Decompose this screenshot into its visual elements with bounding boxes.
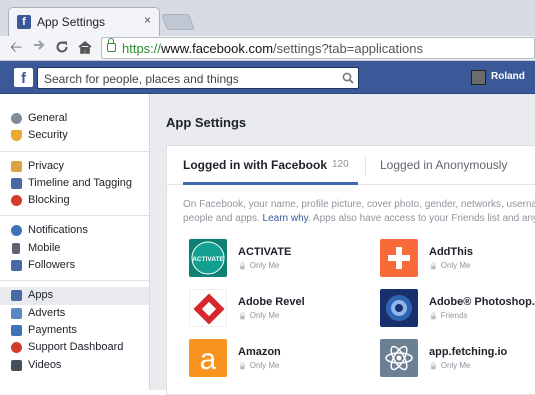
avatar[interactable] xyxy=(471,70,486,85)
settings-sidebar: General Security Privacy Timeline and Ta… xyxy=(0,94,150,390)
sidebar-group: General Security xyxy=(0,94,149,152)
fetching-logo xyxy=(380,339,418,377)
apps-card: Logged in with Facebook 120 Logged in An… xyxy=(166,145,535,395)
app-tile-activate[interactable]: ACTIVATE ACTIVATE Only Me xyxy=(183,239,373,283)
app-visibility: Only Me xyxy=(429,361,471,370)
search-placeholder: Search for people, places and things xyxy=(44,72,239,86)
rss-icon xyxy=(11,260,22,272)
sidebar-group: Apps Adverts Payments Support Dashboard … xyxy=(0,281,149,379)
browser-toolbar: 🡠 https://www.facebook.com/settings?tab=… xyxy=(0,36,535,61)
facebook-logo-icon[interactable]: f xyxy=(14,68,33,87)
active-tab-underline xyxy=(183,182,358,185)
payments-icon xyxy=(11,324,22,336)
lock-icon xyxy=(11,160,22,172)
apps-description: On Facebook, your name, profile picture,… xyxy=(183,199,535,224)
sidebar-item-adverts[interactable]: Adverts xyxy=(0,305,149,322)
sidebar-item-apps[interactable]: Apps xyxy=(0,287,149,305)
tab-bar: Logged in with Facebook 120 Logged in An… xyxy=(167,146,535,185)
app-tile-addthis[interactable]: AddThis Only Me xyxy=(374,239,535,283)
app-visibility: Only Me xyxy=(238,261,280,270)
sidebar-group: Notifications Mobile Followers xyxy=(0,216,149,282)
sidebar-item-security[interactable]: Security xyxy=(0,127,149,144)
tab-logged-in-with-facebook[interactable]: Logged in with Facebook xyxy=(183,158,327,172)
gears-icon xyxy=(11,113,22,124)
sidebar-item-mobile[interactable]: Mobile xyxy=(0,240,149,257)
svg-text:ACTIVATE: ACTIVATE xyxy=(192,256,224,263)
app-visibility: Only Me xyxy=(238,361,280,370)
app-name[interactable]: ACTIVATE xyxy=(238,246,291,258)
lock-icon xyxy=(107,38,116,52)
app-tile-adobe-photoshop[interactable]: Adobe® Photoshop... Friends xyxy=(374,289,535,333)
lifebuoy-icon xyxy=(11,342,22,354)
sidebar-item-videos[interactable]: Videos xyxy=(0,357,149,374)
learn-why-link[interactable]: Learn why xyxy=(263,213,308,224)
app-tile-amazon[interactable]: a Amazon Only Me xyxy=(183,339,373,383)
tab-logged-in-anonymously[interactable]: Logged in Anonymously xyxy=(380,158,507,172)
app-visibility: Only Me xyxy=(238,311,280,320)
tab-count-badge: 120 xyxy=(332,159,349,170)
shield-icon xyxy=(11,130,22,142)
adobe-revel-logo xyxy=(189,289,227,327)
addthis-logo xyxy=(380,239,418,277)
back-arrow-icon[interactable]: 🡠 xyxy=(10,38,22,58)
tab-divider xyxy=(365,156,366,176)
globe-icon xyxy=(11,225,22,237)
film-icon xyxy=(11,359,22,371)
reload-icon[interactable] xyxy=(55,40,69,60)
amazon-logo: a xyxy=(189,339,227,377)
user-name-link[interactable]: Roland xyxy=(491,71,525,82)
activate-logo: ACTIVATE xyxy=(189,239,227,277)
blocking-icon xyxy=(11,195,22,207)
page-title: App Settings xyxy=(166,115,247,130)
facebook-favicon-icon: f xyxy=(17,15,31,29)
search-icon[interactable] xyxy=(342,72,354,84)
sidebar-item-timeline-and-tagging[interactable]: Timeline and Tagging xyxy=(0,175,149,192)
sidebar-item-followers[interactable]: Followers xyxy=(0,257,149,274)
timeline-icon xyxy=(11,177,22,189)
photoshop-logo xyxy=(380,289,418,327)
app-name[interactable]: Adobe® Photoshop... xyxy=(429,296,535,308)
apps-icon xyxy=(11,290,22,302)
sidebar-group: Privacy Timeline and Tagging Blocking xyxy=(0,152,149,217)
app-name[interactable]: Amazon xyxy=(238,346,281,358)
url-text: https://www.facebook.com/settings?tab=ap… xyxy=(122,41,423,56)
app-tile-adobe-revel[interactable]: Adobe Revel Only Me xyxy=(183,289,373,333)
sidebar-item-privacy[interactable]: Privacy xyxy=(0,158,149,175)
close-icon[interactable]: × xyxy=(144,13,151,27)
forward-arrow-icon[interactable] xyxy=(32,38,46,58)
adverts-icon xyxy=(11,307,22,319)
tab-title: App Settings xyxy=(37,15,106,29)
svg-text:a: a xyxy=(200,343,217,376)
app-visibility: Only Me xyxy=(429,261,471,270)
home-icon[interactable] xyxy=(78,40,92,60)
new-tab-button[interactable] xyxy=(161,14,195,30)
address-bar[interactable]: https://www.facebook.com/settings?tab=ap… xyxy=(101,37,535,59)
sidebar-item-notifications[interactable]: Notifications xyxy=(0,222,149,239)
facebook-header: f Search for people, places and things xyxy=(0,61,535,94)
app-name[interactable]: Adobe Revel xyxy=(238,296,305,308)
sidebar-item-payments[interactable]: Payments xyxy=(0,322,149,339)
app-visibility: Friends xyxy=(429,311,468,320)
app-name[interactable]: AddThis xyxy=(429,246,473,258)
sidebar-item-general[interactable]: General xyxy=(0,110,149,127)
search-input[interactable]: Search for people, places and things xyxy=(37,67,359,89)
app-name[interactable]: app.fetching.io xyxy=(429,346,507,358)
mobile-icon xyxy=(12,242,20,254)
sidebar-item-blocking[interactable]: Blocking xyxy=(0,192,149,209)
app-tile-app-fetching-io[interactable]: app.fetching.io Only Me xyxy=(374,339,535,383)
browser-tab[interactable]: f App Settings × xyxy=(8,7,160,36)
sidebar-item-support-dashboard[interactable]: Support Dashboard xyxy=(0,339,149,356)
main-content: App Settings Logged in with Facebook 120… xyxy=(150,94,535,395)
browser-tabstrip: f App Settings × xyxy=(0,0,535,36)
